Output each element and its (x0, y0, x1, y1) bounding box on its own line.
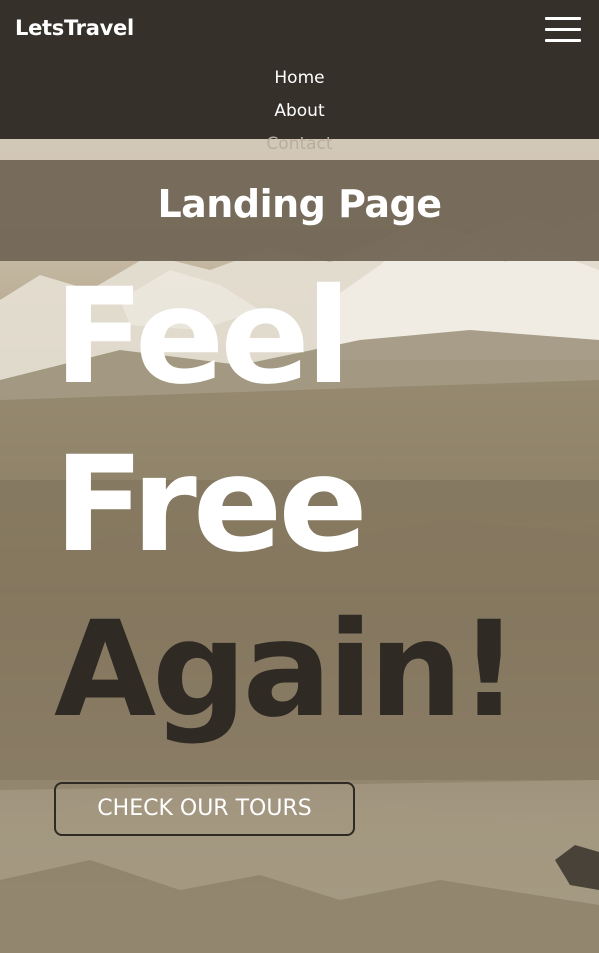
page-title: Landing Page (157, 182, 442, 226)
headline-line-feel: Feel (54, 260, 351, 414)
hamburger-menu-icon[interactable] (545, 16, 581, 44)
hamburger-bar (545, 17, 581, 20)
check-our-tours-button[interactable]: CHECK OUR TOURS (54, 782, 355, 836)
nav-item-home[interactable]: Home (0, 66, 599, 99)
landing-banner: Landing Page (0, 160, 599, 261)
hamburger-bar (545, 28, 581, 31)
nav-item-about[interactable]: About (0, 99, 599, 132)
headline-line-again: Again! (54, 593, 519, 747)
hamburger-bar (545, 39, 581, 42)
brand-logo[interactable]: LetsTravel (15, 16, 134, 40)
nav-menu: Home About Contact (0, 66, 599, 165)
headline-line-free: Free (54, 428, 368, 582)
